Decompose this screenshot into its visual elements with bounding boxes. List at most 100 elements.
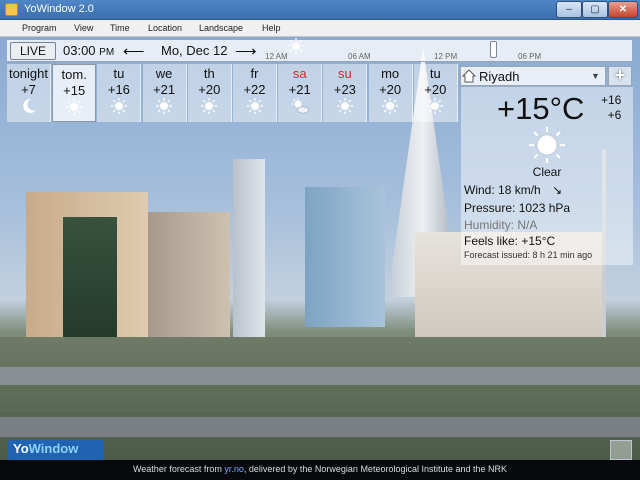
forecast-day-temp: +21 (153, 82, 176, 97)
time-ampm: PM (99, 47, 115, 58)
forecast-day[interactable]: th +20 (187, 64, 232, 122)
temp-range: +16 +6 (601, 93, 621, 123)
window-title: YoWindow 2.0 (24, 3, 94, 15)
pressure-row: Pressure: 1023 hPa (464, 201, 570, 215)
wind-row: Wind: 18 km/h ↘ (464, 183, 562, 197)
sun-icon (529, 127, 565, 163)
menu-help[interactable]: Help (262, 23, 281, 33)
menu-time[interactable]: Time (110, 23, 130, 33)
forecast-day-name: tu (429, 66, 441, 81)
high-temp: +16 (601, 93, 622, 107)
feels-like-label: Feels like: (464, 234, 519, 248)
sun-icon (323, 98, 366, 114)
prev-day-arrow-icon[interactable]: ⟵ (123, 42, 145, 60)
road-upper (0, 367, 640, 385)
wind-direction-icon: ↘ (552, 183, 563, 197)
forecast-day-name: we (155, 66, 173, 81)
partly-cloudy-icon (278, 98, 321, 114)
menu-landscape[interactable]: Landscape (199, 23, 243, 33)
forecast-day[interactable]: mo +20 (368, 64, 413, 122)
footer-suffix: , delivered by the Norwegian Meteorologi… (243, 464, 508, 474)
menu-program[interactable]: Program (22, 23, 57, 33)
forecast-day-temp: +15 (63, 83, 86, 98)
forecast-day-temp: +20 (424, 82, 447, 97)
forecast-day[interactable]: tom. +15 (52, 64, 97, 122)
fullscreen-icon[interactable] (610, 440, 632, 460)
yowindow-logo[interactable]: YoWindow (8, 440, 104, 460)
forecast-day-temp: +23 (333, 82, 356, 97)
forecast-day-name: th (203, 66, 215, 81)
tick-label: 06 PM (518, 52, 542, 61)
chevron-down-icon[interactable]: ▼ (591, 71, 600, 81)
low-temp: +6 (607, 108, 622, 122)
tick-label: 06 AM (348, 52, 371, 61)
issued-value: 8 h 21 min ago (532, 250, 593, 260)
road-lower (0, 417, 640, 437)
humidity-label: Humidity: (464, 218, 515, 232)
forecast-day-name: tonight (8, 66, 49, 81)
current-date: Mo, Dec 12 (161, 43, 228, 58)
sun-icon (369, 98, 412, 114)
feels-like-value: +15°C (521, 234, 556, 248)
forecast-day-name: fr (250, 66, 259, 81)
menu-view[interactable]: View (74, 23, 93, 33)
sun-icon (233, 98, 276, 114)
arch-tower (233, 159, 265, 339)
live-button[interactable]: LIVE (10, 42, 56, 60)
sun-icon (143, 98, 186, 114)
forecast-day-name: su (338, 66, 352, 81)
location-selector[interactable]: Riyadh ▼ (460, 66, 606, 86)
humidity-value: N/A (517, 218, 538, 232)
feels-like-row: Feels like: +15°C (464, 234, 555, 248)
source-link[interactable]: yr.no (224, 464, 244, 474)
logo-yo: Yo (13, 441, 29, 456)
forecast-day[interactable]: su +23 (323, 64, 368, 122)
forecast-day-temp: +21 (288, 82, 311, 97)
current-time: 03:00 PM (63, 43, 114, 58)
forecast-day-name: tu (113, 66, 125, 81)
add-location-button[interactable]: + (608, 66, 632, 86)
forecast-day-temp: +22 (243, 82, 266, 97)
maximize-button[interactable]: ▢ (582, 1, 608, 18)
next-day-arrow-icon[interactable]: ⟶ (235, 42, 257, 60)
close-button[interactable]: ✕ (608, 1, 638, 18)
location-name: Riyadh (479, 69, 520, 84)
sun-icon (414, 98, 457, 114)
forecast-strip: tonight +7 tom. +15 tu +16 we +21 th +20 fr +22 sa +2… (7, 64, 459, 122)
time-strip: LIVE 03:00 PM ⟵ Mo, Dec 12 ⟶ 12 AM 06 AM… (7, 38, 632, 62)
forecast-day[interactable]: we +21 (142, 64, 187, 122)
sun-icon (53, 99, 95, 115)
forecast-day-temp: +16 (107, 82, 130, 97)
forecast-day[interactable]: sa +21 (278, 64, 323, 122)
forecast-day-temp: +7 (21, 82, 36, 97)
current-temperature: +15°C (497, 91, 585, 126)
menu-bar: Program View Time Location Landscape Hel… (0, 20, 640, 37)
moon-icon (7, 98, 50, 114)
forecast-day[interactable]: tonight +7 (7, 64, 51, 122)
sun-icon (97, 98, 140, 114)
forecast-day-name: sa (292, 66, 307, 81)
forecast-issued-row: Forecast issued: 8 h 21 min ago (464, 250, 592, 260)
forecast-day-temp: +20 (198, 82, 221, 97)
forecast-day[interactable]: fr +22 (233, 64, 277, 122)
time-slider-handle[interactable] (490, 41, 497, 58)
pressure-label: Pressure: (464, 201, 516, 215)
logo-window: Window (28, 441, 79, 456)
tick-label: 12 AM (265, 52, 288, 61)
attribution-footer: Weather forecast from yr.no, delivered b… (0, 460, 640, 480)
forecast-day[interactable]: tu +20 (413, 64, 458, 122)
condition-text: Clear (532, 165, 562, 179)
sun-icon (288, 38, 304, 54)
minimize-button[interactable]: – (556, 1, 582, 18)
wind-label: Wind: (464, 183, 495, 197)
humidity-row: Humidity: N/A (464, 218, 537, 232)
app-icon (5, 3, 18, 16)
current-conditions: +15°C +16 +6 Clear Wind: 18 km/h ↘ Press… (461, 87, 633, 265)
menu-location[interactable]: Location (148, 23, 182, 33)
home-icon[interactable] (462, 69, 476, 83)
footer-prefix: Weather forecast from (132, 464, 222, 474)
wind-value: 18 km/h (498, 183, 541, 197)
tick-label: 12 PM (434, 52, 458, 61)
title-bar: YoWindow 2.0 – ▢ ✕ (0, 0, 640, 20)
forecast-day[interactable]: tu +16 (97, 64, 142, 122)
